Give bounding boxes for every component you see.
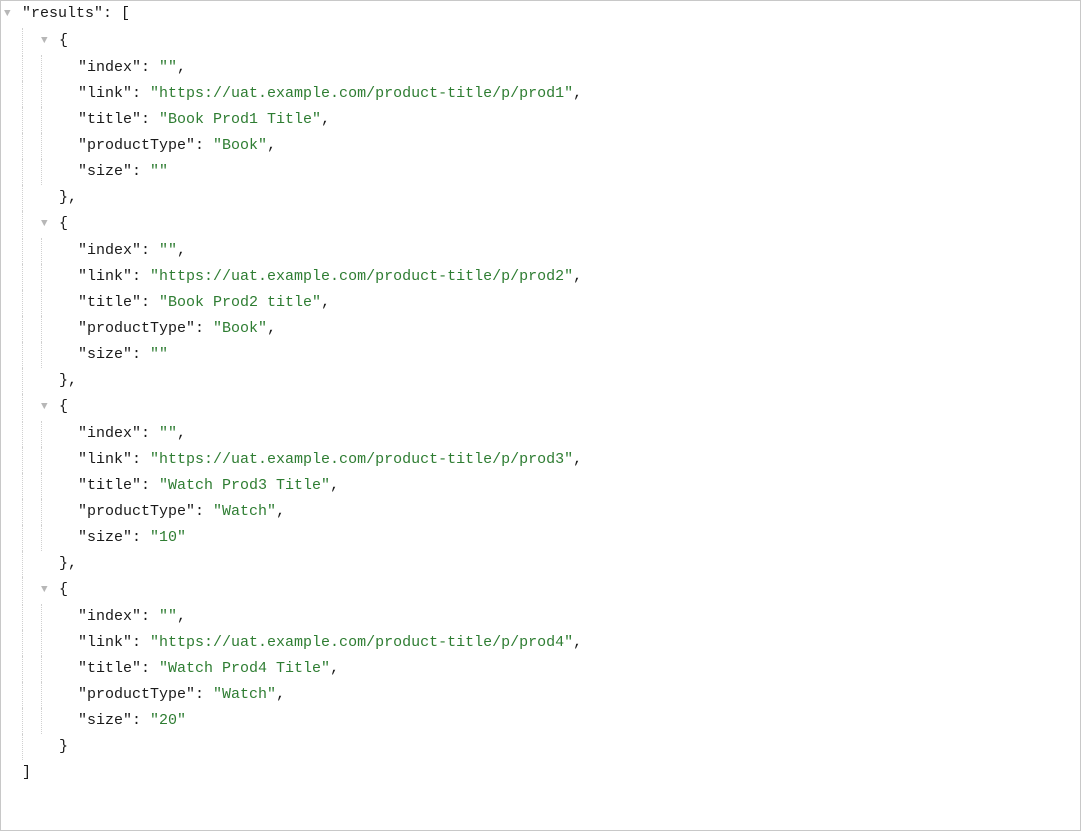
json-property: "productType": "Book",: [4, 133, 1080, 159]
json-value: "Watch Prod3 Title": [159, 477, 330, 494]
json-value: "": [150, 346, 168, 363]
json-viewer: ▼"results": [ ▼{ "index": "", "link": "h…: [0, 0, 1081, 831]
json-object-close: },: [4, 551, 1080, 577]
json-value: "https://uat.example.com/product-title/p…: [150, 85, 573, 102]
collapse-icon[interactable]: ▼: [4, 1, 11, 27]
json-property: "index": "",: [4, 238, 1080, 264]
json-value: "": [159, 59, 177, 76]
json-property: "index": "",: [4, 604, 1080, 630]
json-array-close: ]: [4, 760, 1080, 786]
json-value: "https://uat.example.com/product-title/p…: [150, 634, 573, 651]
json-value: "Book Prod2 title": [159, 294, 321, 311]
json-value: "https://uat.example.com/product-title/p…: [150, 268, 573, 285]
json-value: "": [159, 425, 177, 442]
collapse-icon[interactable]: ▼: [41, 211, 48, 237]
json-property: "size": "": [4, 159, 1080, 185]
json-value: "": [150, 163, 168, 180]
json-value: "": [159, 608, 177, 625]
json-value: "Book": [213, 137, 267, 154]
json-property: "productType": "Watch",: [4, 682, 1080, 708]
collapse-icon[interactable]: ▼: [41, 28, 48, 54]
json-object-close: }: [4, 734, 1080, 760]
json-property: "link": "https://uat.example.com/product…: [4, 264, 1080, 290]
root-key: results: [31, 5, 94, 22]
json-value: "20": [150, 712, 186, 729]
json-property: "size": "10": [4, 525, 1080, 551]
json-property: "index": "",: [4, 55, 1080, 81]
json-property: "title": "Watch Prod3 Title",: [4, 473, 1080, 499]
json-value: "10": [150, 529, 186, 546]
json-object-close: },: [4, 368, 1080, 394]
json-value: "Book Prod1 Title": [159, 111, 321, 128]
json-value: "Book": [213, 320, 267, 337]
json-property: "link": "https://uat.example.com/product…: [4, 447, 1080, 473]
json-value: "Watch": [213, 503, 276, 520]
json-property: "title": "Book Prod1 Title",: [4, 107, 1080, 133]
json-property: "link": "https://uat.example.com/product…: [4, 81, 1080, 107]
json-property: "index": "",: [4, 421, 1080, 447]
json-line: ▼"results": [: [4, 1, 1080, 28]
json-object-open: ▼{: [4, 211, 1080, 238]
json-property: "size": "": [4, 342, 1080, 368]
json-property: "productType": "Watch",: [4, 499, 1080, 525]
json-object-open: ▼{: [4, 394, 1080, 421]
json-value: "Watch": [213, 686, 276, 703]
json-object-open: ▼{: [4, 28, 1080, 55]
json-object-open: ▼{: [4, 577, 1080, 604]
json-property: "size": "20": [4, 708, 1080, 734]
collapse-icon[interactable]: ▼: [41, 394, 48, 420]
json-property: "title": "Book Prod2 title",: [4, 290, 1080, 316]
json-property: "title": "Watch Prod4 Title",: [4, 656, 1080, 682]
json-value: "": [159, 242, 177, 259]
json-value: "https://uat.example.com/product-title/p…: [150, 451, 573, 468]
collapse-icon[interactable]: ▼: [41, 577, 48, 603]
json-property: "link": "https://uat.example.com/product…: [4, 630, 1080, 656]
json-property: "productType": "Book",: [4, 316, 1080, 342]
json-object-close: },: [4, 185, 1080, 211]
json-value: "Watch Prod4 Title": [159, 660, 330, 677]
